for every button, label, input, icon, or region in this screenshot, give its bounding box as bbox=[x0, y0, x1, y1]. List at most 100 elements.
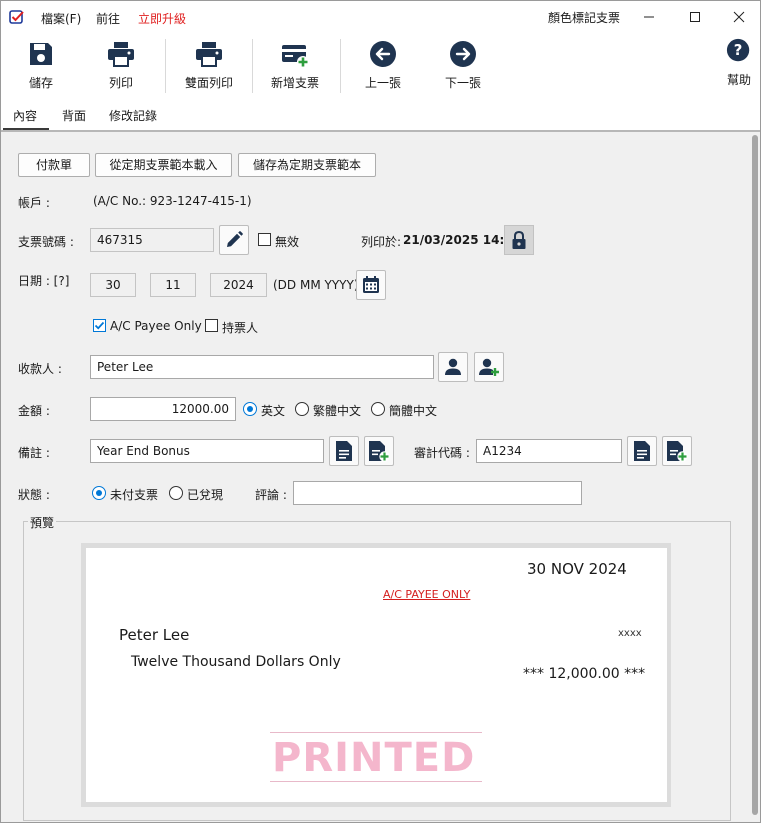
title-bar: 檔案(F) 前往 立即升級 顏色標記支票 bbox=[1, 1, 760, 33]
lang-simp-chinese-radio[interactable] bbox=[371, 402, 385, 416]
printer-icon bbox=[108, 42, 134, 67]
save-button[interactable]: 儲存 bbox=[11, 33, 71, 99]
add-document-icon bbox=[369, 441, 390, 462]
payee-input[interactable]: Peter Lee bbox=[90, 355, 434, 379]
cheque-amount-figure: *** 12,000.00 *** bbox=[523, 666, 646, 682]
cheque-amount-words: Twelve Thousand Dollars Only bbox=[131, 654, 341, 670]
amount-input[interactable]: 12000.00 bbox=[90, 397, 236, 421]
payment-slip-button[interactable]: 付款單 bbox=[18, 153, 90, 177]
save-icon bbox=[30, 43, 52, 65]
close-button[interactable] bbox=[716, 1, 760, 33]
status-unpaid-label: 未付支票 bbox=[110, 488, 159, 502]
comment-label: 評論 : bbox=[255, 488, 287, 502]
duplex-print-label: 雙面列印 bbox=[184, 76, 233, 90]
cheque-signature-placeholder: xxxx bbox=[618, 628, 642, 639]
toolbar-separator bbox=[252, 39, 253, 93]
status-cashed-label: 已兌現 bbox=[187, 488, 224, 502]
new-cheque-button[interactable]: 新增支票 bbox=[263, 33, 327, 99]
comment-input[interactable] bbox=[293, 481, 582, 505]
bearer-label: 持票人 bbox=[222, 321, 259, 335]
document-icon bbox=[336, 441, 352, 461]
date-label: 日期 : [?] bbox=[18, 274, 70, 288]
memo-input[interactable]: Year End Bonus bbox=[90, 439, 324, 463]
lang-trad-chinese-label: 繁體中文 bbox=[313, 404, 362, 418]
printed-on-label: 列印於: bbox=[361, 235, 402, 249]
prev-cheque-label: 上一張 bbox=[364, 76, 401, 90]
preview-title: 預覽 bbox=[28, 514, 57, 531]
audit-code-input[interactable]: A1234 bbox=[476, 439, 622, 463]
tab-bar: 內容 背面 修改記錄 bbox=[1, 99, 760, 132]
cheque-no-field[interactable]: 467315 bbox=[90, 228, 214, 252]
calendar-icon bbox=[363, 276, 379, 293]
bearer-checkbox[interactable] bbox=[205, 319, 218, 332]
tab-history[interactable]: 修改記錄 bbox=[109, 107, 157, 124]
lock-button[interactable] bbox=[504, 225, 534, 255]
lang-english-radio[interactable] bbox=[243, 402, 257, 416]
arrow-right-circle-icon bbox=[450, 41, 476, 67]
prev-cheque-button[interactable]: 上一張 bbox=[353, 33, 413, 99]
app-logo-icon bbox=[9, 10, 24, 24]
scrollbar-thumb[interactable] bbox=[752, 135, 758, 815]
add-document-icon bbox=[667, 441, 688, 462]
audit-code-list-button[interactable] bbox=[627, 436, 657, 466]
memo-label: 備註 : bbox=[18, 446, 50, 460]
add-payee-button[interactable] bbox=[474, 352, 504, 382]
new-cheque-label: 新增支票 bbox=[270, 76, 319, 90]
ac-payee-checkbox[interactable] bbox=[93, 319, 106, 332]
printed-stamp: PRINTED bbox=[272, 735, 476, 781]
date-day-field[interactable]: 30 bbox=[90, 273, 136, 297]
cheque-crossing: A/C PAYEE ONLY bbox=[383, 588, 471, 601]
memo-list-button[interactable] bbox=[329, 436, 359, 466]
save-label: 儲存 bbox=[28, 76, 53, 90]
account-value: (A/C No.: 923-1247-415-1) bbox=[93, 194, 252, 208]
close-icon bbox=[733, 11, 745, 23]
new-cheque-icon bbox=[282, 45, 309, 68]
user-icon bbox=[445, 358, 461, 375]
add-user-icon bbox=[479, 358, 499, 376]
print-button[interactable]: 列印 bbox=[91, 33, 151, 99]
content-panel: 付款單 從定期支票範本載入 儲存為定期支票範本 帳戶 : (A/C No.: 9… bbox=[1, 132, 760, 822]
tab-back[interactable]: 背面 bbox=[62, 107, 86, 124]
printed-stamp-frame: PRINTED bbox=[270, 732, 482, 782]
date-month-field[interactable]: 11 bbox=[150, 273, 196, 297]
app-window: 檔案(F) 前往 立即升級 顏色標記支票 儲存 列印 雙面列印 新增支票 上一張… bbox=[0, 0, 761, 823]
svg-text:?: ? bbox=[734, 41, 743, 59]
payee-label: 收款人 : bbox=[18, 362, 62, 376]
status-cashed-radio[interactable] bbox=[169, 486, 183, 500]
menu-upgrade[interactable]: 立即升級 bbox=[138, 10, 186, 27]
void-label: 無效 bbox=[275, 235, 300, 249]
toolbar: 儲存 列印 雙面列印 新增支票 上一張 下一張 ? 幫助 bbox=[1, 33, 760, 99]
memo-add-button[interactable] bbox=[364, 436, 394, 466]
cheque-preview: 30 NOV 2024 A/C PAYEE ONLY Peter Lee xxx… bbox=[86, 548, 667, 802]
checkmark-icon bbox=[94, 321, 105, 330]
menu-goto[interactable]: 前往 bbox=[96, 10, 120, 27]
audit-code-add-button[interactable] bbox=[662, 436, 692, 466]
minimize-button[interactable] bbox=[626, 1, 672, 33]
menu-file[interactable]: 檔案(F) bbox=[41, 10, 81, 27]
next-cheque-button[interactable]: 下一張 bbox=[433, 33, 493, 99]
calendar-button[interactable] bbox=[356, 270, 386, 300]
toolbar-separator bbox=[340, 39, 341, 93]
account-label: 帳戶 : bbox=[18, 196, 50, 210]
duplex-printer-icon bbox=[196, 42, 222, 67]
duplex-print-button[interactable]: 雙面列印 bbox=[173, 33, 245, 99]
lang-trad-chinese-radio[interactable] bbox=[295, 402, 309, 416]
status-unpaid-radio[interactable] bbox=[92, 486, 106, 500]
select-payee-button[interactable] bbox=[438, 352, 468, 382]
ac-payee-label: A/C Payee Only bbox=[110, 319, 202, 333]
date-year-field[interactable]: 2024 bbox=[210, 273, 267, 297]
toolbar-separator bbox=[165, 39, 166, 93]
cheque-date: 30 NOV 2024 bbox=[527, 560, 627, 578]
save-template-button[interactable]: 儲存為定期支票範本 bbox=[238, 153, 376, 177]
arrow-left-circle-icon bbox=[370, 41, 396, 67]
tab-content[interactable]: 內容 bbox=[13, 107, 37, 124]
help-button[interactable]: ? 幫助 bbox=[717, 33, 760, 99]
help-label: 幫助 bbox=[726, 73, 751, 87]
maximize-button[interactable] bbox=[672, 1, 718, 33]
amount-label: 金額 : bbox=[18, 404, 50, 418]
lock-icon bbox=[512, 230, 526, 249]
void-checkbox[interactable] bbox=[258, 233, 271, 246]
load-template-button[interactable]: 從定期支票範本載入 bbox=[95, 153, 232, 177]
edit-cheque-no-button[interactable] bbox=[219, 225, 249, 255]
cheque-payee: Peter Lee bbox=[119, 626, 190, 644]
